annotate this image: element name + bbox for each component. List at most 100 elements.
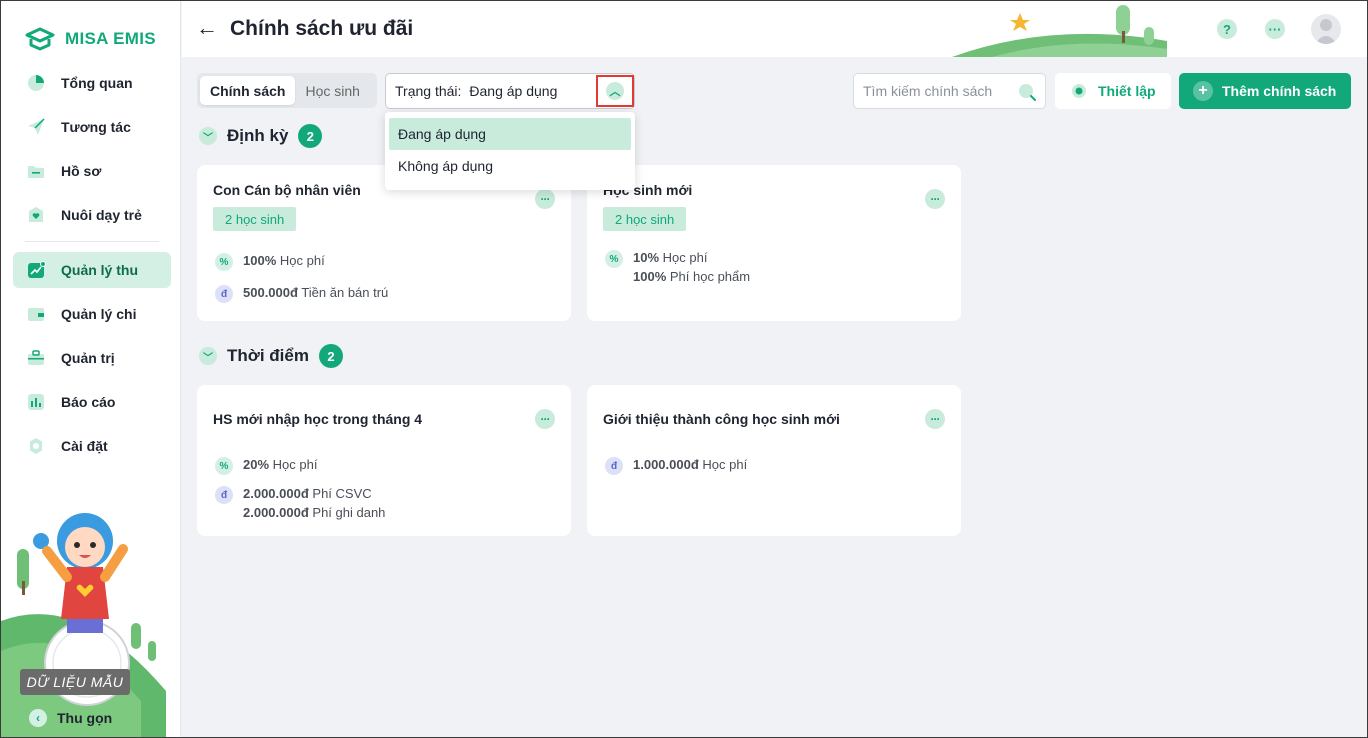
sidebar-item-label: Nuôi dạy trẻ [61,207,142,223]
heart-icon [25,204,47,226]
group-header-thoi-diem: ﹀ Thời điểm 2 [199,344,343,368]
student-count-tag: 2 học sinh [603,207,687,231]
card-more-icon[interactable]: ··· [925,409,945,429]
sidebar-item-label: Cài đặt [61,438,108,454]
wallet-icon [25,303,47,325]
sidebar-item-bao-cao[interactable]: Báo cáo [13,384,171,420]
discount-amount: 2.000.000đ [243,486,309,501]
status-select[interactable]: Trạng thái: Đang áp dụng ︿ [385,73,635,109]
setup-button[interactable]: Thiết lập [1055,73,1171,109]
sidebar-item-label: Quản lý chi [61,306,137,322]
status-option-khong-ap-dung[interactable]: Không áp dụng [389,150,631,182]
add-policy-button[interactable]: + Thêm chính sách [1179,73,1351,109]
group-title: Thời điểm [227,346,309,365]
sidebar-item-label: Tổng quan [61,75,133,91]
search-input[interactable] [863,83,1013,99]
fee-name: Phí ghi danh [312,505,386,520]
status-dropdown-menu: Đang áp dụng Không áp dụng [385,112,635,190]
sidebar-item-label: Hồ sơ [61,163,102,179]
discount-amount: 2.000.000đ [243,505,309,520]
misa-logo-icon [25,27,55,51]
sidebar-item-tong-quan[interactable]: Tổng quan [13,65,171,101]
discount-row: đ 2.000.000đ Phí CSVC 2.000.000đ Phí ghi… [215,485,385,521]
sidebar-item-ho-so[interactable]: Hồ sơ [13,153,171,189]
percent-icon: % [215,253,233,271]
sidebar-item-label: Quản lý thu [61,262,138,278]
plus-icon: + [1193,81,1213,101]
status-option-dang-ap-dung[interactable]: Đang áp dụng [389,118,631,150]
sidebar-item-quan-tri[interactable]: Quản trị [13,340,171,376]
discount-amount: 1.000.000đ [633,457,699,472]
card-title: Giới thiệu thành công học sinh mới [603,411,840,427]
window-frame [0,0,1368,738]
paper-plane-icon [25,116,47,138]
discount-row: đ 500.000đ Tiền ăn bán trú [215,284,388,303]
discount-row: % 20% Học phí [215,456,317,475]
policy-card[interactable]: Học sinh mới ··· 2 học sinh % 10% Học ph… [587,165,961,321]
discount-row: % 100% Học phí [215,252,325,271]
percent-icon: % [605,250,623,268]
chevron-up-icon: ︿ [606,82,624,100]
help-icon[interactable]: ? [1217,19,1237,39]
brand-name: MISA EMIS [65,29,156,48]
collapse-sidebar-button[interactable]: ‹ Thu gọn [29,709,112,727]
fee-name: Tiền ăn bán trú [301,285,389,300]
fee-name: Phí CSVC [312,486,372,501]
card-more-icon[interactable]: ··· [535,189,555,209]
discount-amount: 100% [633,269,667,284]
group-header-dinh-ky: ﹀ Định kỳ 2 [199,124,323,148]
sidebar-item-label: Báo cáo [61,394,116,410]
card-more-icon[interactable]: ··· [535,409,555,429]
sample-data-badge: DỮ LIỆU MẪU [20,669,130,695]
policy-card[interactable]: Giới thiệu thành công học sinh mới ··· đ… [587,385,961,536]
folder-icon [25,160,47,182]
chevron-down-icon[interactable]: ﹀ [199,127,217,145]
nav-divider [25,241,159,242]
discount-amount: 100% [243,253,277,268]
user-avatar[interactable] [1311,14,1341,44]
search-box [853,73,1046,109]
fee-name: Học phí [702,457,748,472]
policy-card[interactable]: HS mới nhập học trong tháng 4 ··· % 20% … [197,385,571,536]
page-title: Chính sách ưu đãi [230,17,414,40]
tab-hoc-sinh[interactable]: Học sinh [295,76,369,105]
sidebar-item-quan-ly-chi[interactable]: Quản lý chi [13,296,171,332]
discount-row: % 10% Học phí 100% Phí học phẩm [605,249,750,285]
collapse-label: Thu gọn [57,710,113,726]
trend-icon [25,259,47,281]
card-more-icon[interactable]: ··· [925,189,945,209]
currency-icon: đ [215,285,233,303]
briefcase-icon [25,347,47,369]
kid-mascot-illustration [1,513,166,737]
add-policy-label: Thêm chính sách [1222,83,1337,99]
back-arrow-icon[interactable]: ← [196,17,218,39]
fee-name: Học phí [272,457,318,472]
percent-icon: % [215,457,233,475]
header-hill-decoration [952,5,1167,57]
brand-logo[interactable]: MISA EMIS [23,25,156,53]
group-count-badge: 2 [318,344,343,368]
search-icon[interactable] [1017,82,1037,102]
discount-amount: 500.000đ [243,285,298,300]
group-count-badge: 2 [298,124,323,148]
sidebar-item-tuong-tac[interactable]: Tương tác [13,109,171,145]
sidebar-item-cai-dat[interactable]: Cài đặt [13,428,171,464]
chevron-down-icon[interactable]: ﹀ [199,347,217,365]
sidebar-item-nuoi-day-tre[interactable]: Nuôi dạy trẻ [13,197,171,233]
student-count-tag: 2 học sinh [213,207,297,231]
fee-name: Học phí [279,253,325,268]
status-dropdown-toggle[interactable]: ︿ [596,75,634,107]
bar-chart-icon [25,391,47,413]
pie-chart-icon [25,72,47,94]
more-options-icon[interactable]: ··· [1265,19,1285,39]
currency-icon: đ [605,457,623,475]
setup-button-label: Thiết lập [1098,83,1156,99]
tab-chinh-sach[interactable]: Chính sách [200,76,296,105]
sidebar: MISA EMIS Tổng quan Tương tác Hồ sơ Nuôi… [1,1,181,737]
sidebar-item-quan-ly-thu[interactable]: Quản lý thu [13,252,171,288]
card-title: HS mới nhập học trong tháng 4 [213,411,423,427]
sidebar-item-label: Tương tác [61,119,131,135]
discount-amount: 10% [633,250,660,265]
group-title: Định kỳ [227,126,289,145]
page-header: ← Chính sách ưu đãi ? ··· [182,1,1367,57]
